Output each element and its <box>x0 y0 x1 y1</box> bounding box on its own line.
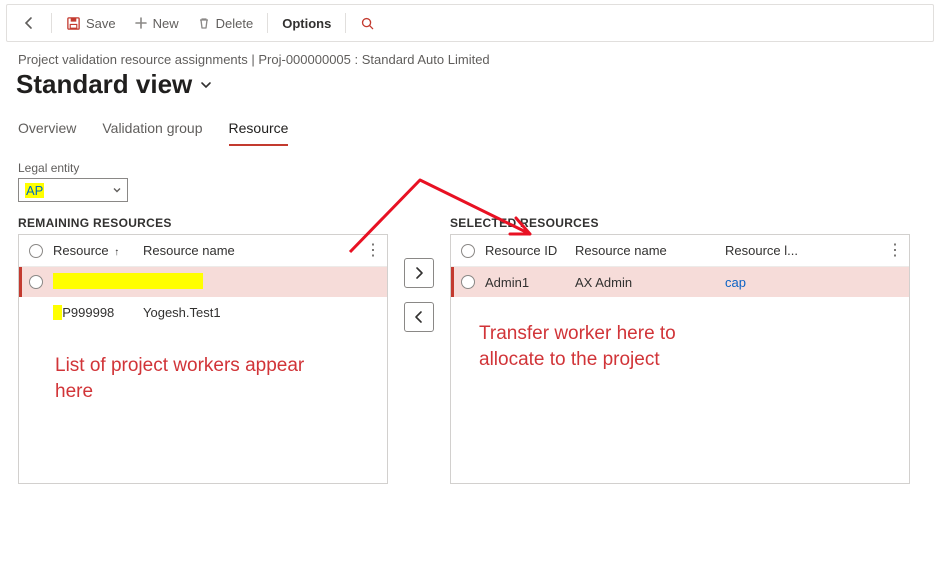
arrow-left-icon <box>411 309 427 325</box>
tab-overview[interactable]: Overview <box>18 114 76 146</box>
annotation-left: List of project workers appear here <box>55 353 315 404</box>
move-left-button[interactable] <box>404 302 434 332</box>
radio-icon <box>29 244 43 258</box>
annotation-right: Transfer worker here to allocate to the … <box>479 321 739 372</box>
column-resource-name[interactable]: Resource name <box>569 243 719 258</box>
delete-button[interactable]: Delete <box>189 11 262 36</box>
cell-resource <box>47 273 137 292</box>
radio-icon <box>461 275 475 289</box>
toolbar-separator <box>267 13 268 33</box>
move-right-button[interactable] <box>404 258 434 288</box>
delete-label: Delete <box>216 16 254 31</box>
toolbar-separator <box>345 13 346 33</box>
toolbar-separator <box>51 13 52 33</box>
tab-resource[interactable]: Resource <box>229 114 289 146</box>
cell-resource: P999998 <box>47 305 137 320</box>
page-title-row: Standard view <box>0 67 940 110</box>
breadcrumb: Project validation resource assignments … <box>0 50 940 67</box>
select-all-cell[interactable] <box>25 244 47 258</box>
legal-entity-field: Legal entity AP <box>0 147 940 202</box>
search-icon <box>360 16 375 31</box>
toolbar: Save New Delete Options <box>6 4 934 42</box>
legal-entity-label: Legal entity <box>18 161 940 175</box>
save-label: Save <box>86 16 116 31</box>
table-row[interactable]: P999998 Yogesh.Test1 <box>19 297 387 327</box>
radio-icon <box>29 275 43 289</box>
options-button[interactable]: Options <box>274 11 339 36</box>
remaining-resources-panel: REMAINING RESOURCES Resource ↑ Resource … <box>18 216 388 484</box>
table-row[interactable]: Admin1 AX Admin cap <box>451 267 909 297</box>
options-label: Options <box>282 16 331 31</box>
column-resource-legal[interactable]: Resource l... <box>719 243 809 258</box>
column-resource[interactable]: Resource ↑ <box>47 243 137 258</box>
grid-more-button[interactable]: ⋮ <box>365 243 381 259</box>
sort-asc-icon: ↑ <box>114 247 119 258</box>
cell-resource-name: Yogesh.Test1 <box>137 305 381 320</box>
arrow-left-icon <box>21 15 37 31</box>
transfer-buttons <box>400 216 438 332</box>
legal-entity-select[interactable]: AP <box>18 178 128 202</box>
chevron-down-icon[interactable] <box>198 77 214 93</box>
column-resource-name[interactable]: Resource name <box>137 243 381 258</box>
save-button[interactable]: Save <box>58 11 124 36</box>
cell-resource-id: Admin1 <box>479 275 569 290</box>
selected-resources-heading: SELECTED RESOURCES <box>450 216 910 230</box>
cell-resource-legal[interactable]: cap <box>719 275 809 290</box>
row-select[interactable] <box>457 275 479 289</box>
back-button[interactable] <box>13 10 45 36</box>
remaining-resources-heading: REMAINING RESOURCES <box>18 216 388 230</box>
grid-header: Resource ID Resource name Resource l... … <box>451 235 909 267</box>
save-icon <box>66 16 81 31</box>
trash-icon <box>197 16 211 30</box>
selected-resources-panel: SELECTED RESOURCES Resource ID Resource … <box>450 216 910 484</box>
radio-icon <box>461 244 475 258</box>
select-all-cell[interactable] <box>457 244 479 258</box>
redacted-highlight <box>53 305 62 320</box>
panels: REMAINING RESOURCES Resource ↑ Resource … <box>0 202 940 484</box>
remaining-resources-grid: Resource ↑ Resource name ⋮ P999998 Yoges… <box>18 234 388 484</box>
selected-resources-grid: Resource ID Resource name Resource l... … <box>450 234 910 484</box>
redacted-highlight <box>53 273 203 289</box>
table-row[interactable] <box>19 267 387 297</box>
column-resource-id[interactable]: Resource ID <box>479 243 569 258</box>
plus-icon <box>134 16 148 30</box>
page-title: Standard view <box>16 69 192 100</box>
legal-entity-value: AP <box>25 183 44 198</box>
cell-resource-name: AX Admin <box>569 275 719 290</box>
grid-more-button[interactable]: ⋮ <box>887 243 903 259</box>
new-button[interactable]: New <box>126 11 187 36</box>
chevron-down-icon <box>111 184 123 196</box>
grid-header: Resource ↑ Resource name ⋮ <box>19 235 387 267</box>
arrow-right-icon <box>411 265 427 281</box>
row-select[interactable] <box>25 275 47 289</box>
search-button[interactable] <box>352 11 383 36</box>
tabs: Overview Validation group Resource <box>0 110 940 147</box>
new-label: New <box>153 16 179 31</box>
tab-validation-group[interactable]: Validation group <box>102 114 202 146</box>
